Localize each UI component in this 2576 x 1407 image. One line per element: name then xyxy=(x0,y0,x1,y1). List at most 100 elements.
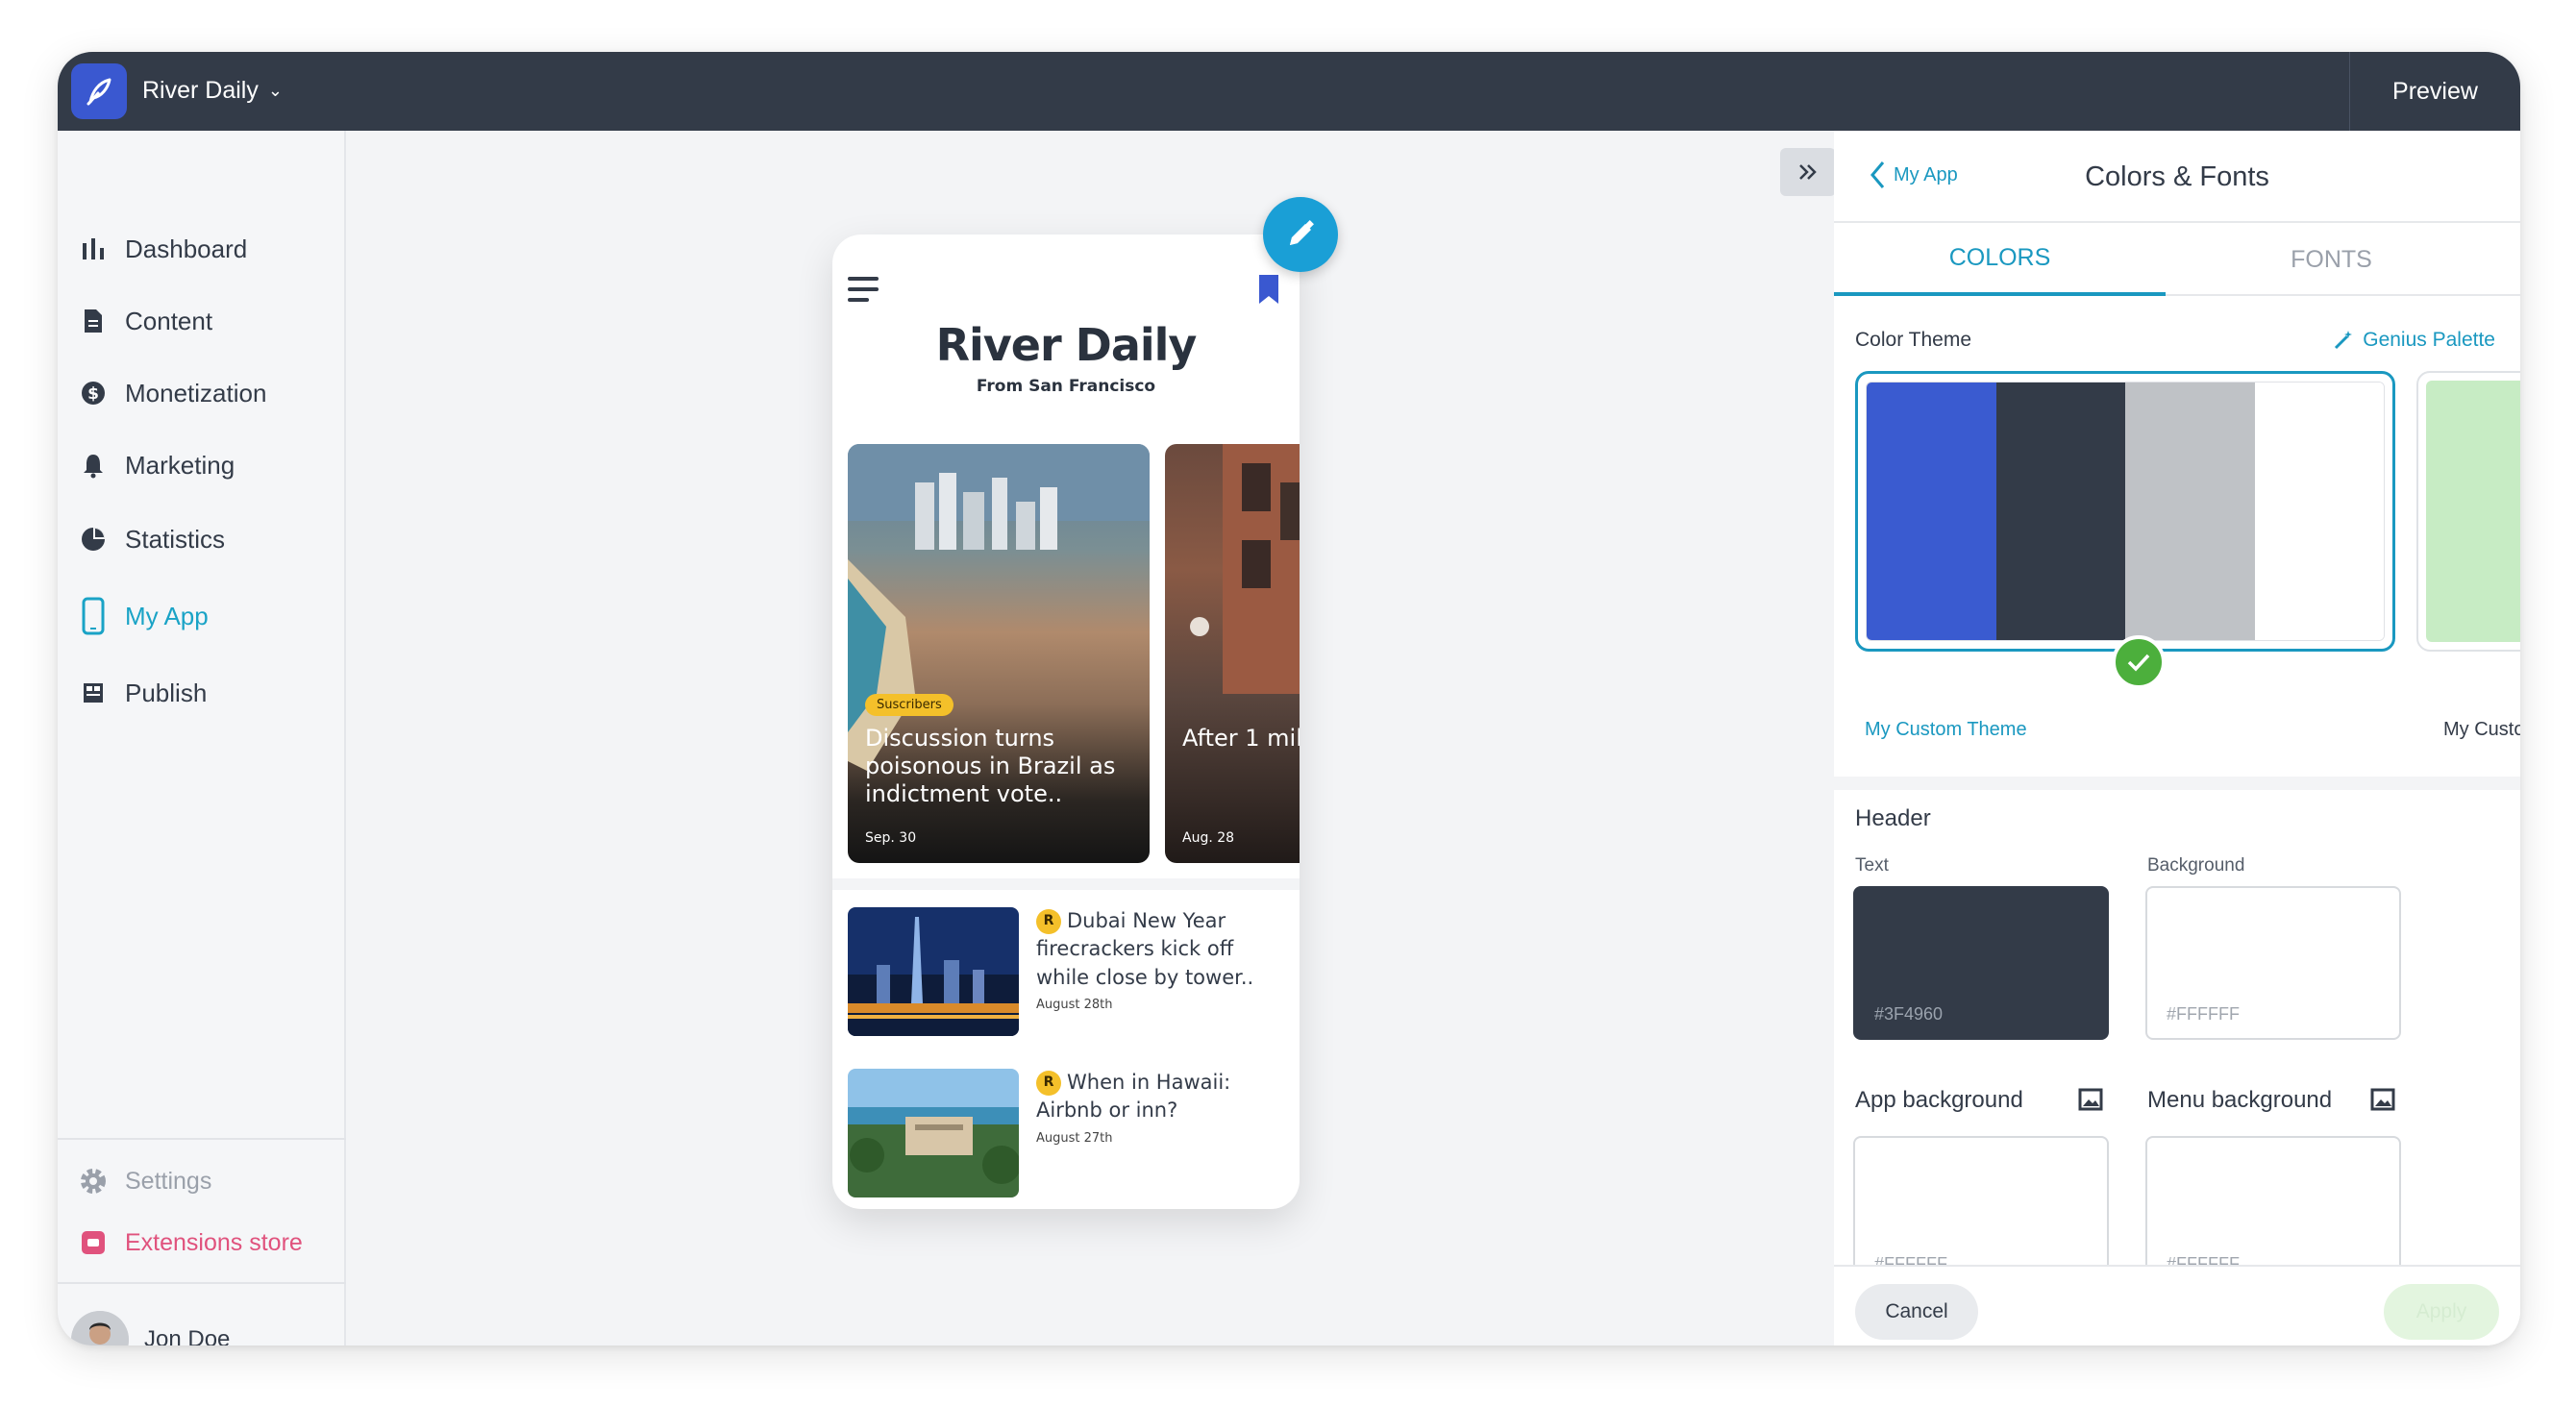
list-item-info: R When in Hawaii: Airbnb or inn? August 2… xyxy=(1036,1069,1290,1146)
panel-header: My App Colors & Fonts xyxy=(1834,131,2520,223)
app-name: River Daily xyxy=(142,77,259,104)
theme-swatches xyxy=(1866,382,2385,641)
app-switcher[interactable]: River Daily ⌄ xyxy=(142,77,283,105)
sidebar-item-marketing[interactable]: Marketing xyxy=(77,441,235,489)
sidebar-divider xyxy=(58,1138,346,1140)
edit-button[interactable] xyxy=(1263,197,1338,272)
dollar-icon: $ xyxy=(77,377,110,409)
theme-name: My Custom Theme xyxy=(1865,719,2027,740)
genius-palette-button[interactable]: Genius Palette xyxy=(2332,329,2495,352)
sidebar-item-label: Extensions store xyxy=(125,1228,303,1256)
sidebar-item-label: Content xyxy=(125,306,213,335)
collapse-panel-button[interactable] xyxy=(1780,148,1836,196)
sidebar-item-my-app[interactable]: My App xyxy=(77,592,209,640)
theme-card[interactable] xyxy=(2416,371,2520,652)
sidebar-item-dashboard[interactable]: Dashboard xyxy=(77,225,247,273)
list-item[interactable]: R When in Hawaii: Airbnb or inn? August 2… xyxy=(848,1069,1290,1199)
publish-icon xyxy=(77,677,110,709)
sidebar-item-label: Marketing xyxy=(125,450,235,480)
street-image xyxy=(1190,444,1300,694)
preview-button[interactable]: Preview xyxy=(2349,52,2520,131)
panel-title: Colors & Fonts xyxy=(2085,161,2269,192)
sidebar-item-label: Statistics xyxy=(125,524,226,554)
swatch xyxy=(2254,383,2384,640)
avatar xyxy=(71,1311,129,1345)
list-item[interactable]: R Dubai New Year firecrackers kick off wh… xyxy=(848,907,1290,1038)
sidebar-item-label: My App xyxy=(125,601,209,630)
r-badge: R xyxy=(1036,1071,1061,1096)
header-background-color-field[interactable]: #FFFFFF xyxy=(2145,886,2401,1040)
card-date: Aug. 28 xyxy=(1182,830,1235,846)
subscribers-badge: Suscribers xyxy=(865,694,954,716)
swatch xyxy=(2125,383,2255,640)
card-date: Sep. 30 xyxy=(865,830,917,846)
section-divider xyxy=(1834,777,2520,790)
svg-text:$: $ xyxy=(87,384,99,404)
dubai-skyline-image xyxy=(848,907,1019,1036)
cancel-button[interactable]: Cancel xyxy=(1855,1284,1978,1340)
sidebar-item-extensions[interactable]: Extensions store xyxy=(77,1219,303,1267)
puzzle-icon xyxy=(77,1226,110,1259)
sidebar-divider xyxy=(58,1282,346,1284)
list-date: August 27th xyxy=(1036,1130,1113,1146)
bookmark-icon[interactable] xyxy=(1257,275,1280,304)
list-headline: R Dubai New Year firecrackers kick off wh… xyxy=(1036,909,1254,989)
user-profile[interactable]: Jon Doe xyxy=(71,1311,230,1345)
user-name: Jon Doe xyxy=(144,1326,231,1345)
hex-value: #3F4960 xyxy=(1874,1004,1944,1024)
tab-colors[interactable]: COLORS xyxy=(1834,223,2166,296)
swatch xyxy=(2426,381,2520,642)
menu-background-label: Menu background xyxy=(2147,1087,2333,1113)
quill-icon xyxy=(87,78,111,106)
bell-icon xyxy=(77,449,110,481)
sidebar-item-monetization[interactable]: $ Monetization xyxy=(77,369,266,417)
text-color-label: Text xyxy=(1855,855,1889,876)
image-icon[interactable] xyxy=(2370,1088,2395,1111)
header-text-color-field[interactable]: #3F4960 xyxy=(1853,886,2109,1040)
double-chevron-right-icon xyxy=(1799,164,1817,180)
colors-fonts-panel: My App Colors & Fonts COLORS FONTS Color… xyxy=(1834,131,2520,1345)
app-background-label: App background xyxy=(1855,1087,2023,1113)
app-logo[interactable] xyxy=(71,63,127,119)
hamburger-menu-icon[interactable] xyxy=(848,277,879,304)
card-headline: After 1 milli Europe's fr back xyxy=(1182,725,1300,752)
sidebar-item-content[interactable]: Content xyxy=(77,297,212,345)
sidebar-item-settings[interactable]: Settings xyxy=(77,1157,211,1205)
gear-icon xyxy=(77,1165,110,1197)
bar-chart-icon xyxy=(77,233,110,265)
phone-icon xyxy=(77,597,110,635)
sidebar-item-label: Settings xyxy=(125,1167,212,1195)
r-badge: R xyxy=(1036,909,1061,934)
sidebar-item-statistics[interactable]: Statistics xyxy=(77,515,225,563)
swatch xyxy=(1867,383,1996,640)
sidebar-item-publish[interactable]: Publish xyxy=(77,669,207,717)
pencil-icon xyxy=(1290,220,1314,245)
tab-fonts[interactable]: FONTS xyxy=(2166,223,2497,296)
top-bar: River Daily ⌄ Preview xyxy=(58,52,2520,131)
card-headline: Discussion turns poisonous in Brazil as … xyxy=(865,725,1116,807)
tab-bar: COLORS FONTS xyxy=(1834,223,2520,296)
featured-card[interactable]: Suscribers Discussion turns poisonous in… xyxy=(848,444,1150,863)
theme-card-selected[interactable] xyxy=(1855,371,2395,689)
hex-value: #FFFFFF xyxy=(2167,1004,2240,1024)
apply-button[interactable]: Apply xyxy=(2384,1284,2499,1340)
header-section-title: Header xyxy=(1855,805,1931,831)
background-color-label: Background xyxy=(2147,855,2245,876)
sidebar-item-label: Publish xyxy=(125,678,208,707)
list-date: August 28th xyxy=(1036,998,1113,1013)
phone-preview[interactable]: River Daily From San Francisco Suscriber… xyxy=(832,234,1300,1209)
document-icon xyxy=(77,305,110,337)
selected-check-icon xyxy=(2112,635,2166,689)
app-window: River Daily ⌄ Preview Dashboard Content … xyxy=(58,52,2520,1345)
chevron-down-icon: ⌄ xyxy=(267,81,283,100)
hawaii-resort-image xyxy=(848,1069,1019,1197)
image-icon[interactable] xyxy=(2078,1088,2103,1111)
sidebar-item-label: Dashboard xyxy=(125,234,248,263)
sidebar: Dashboard Content $ Monetization Marketi… xyxy=(58,131,346,1345)
sidebar-item-label: Monetization xyxy=(125,378,267,407)
featured-card[interactable]: After 1 milli Europe's fr back Aug. 28 xyxy=(1165,444,1300,863)
phone-subtitle: From San Francisco xyxy=(976,377,1156,396)
pie-chart-icon xyxy=(77,523,110,555)
magic-wand-icon xyxy=(2335,331,2353,350)
swatch xyxy=(1995,383,2125,640)
